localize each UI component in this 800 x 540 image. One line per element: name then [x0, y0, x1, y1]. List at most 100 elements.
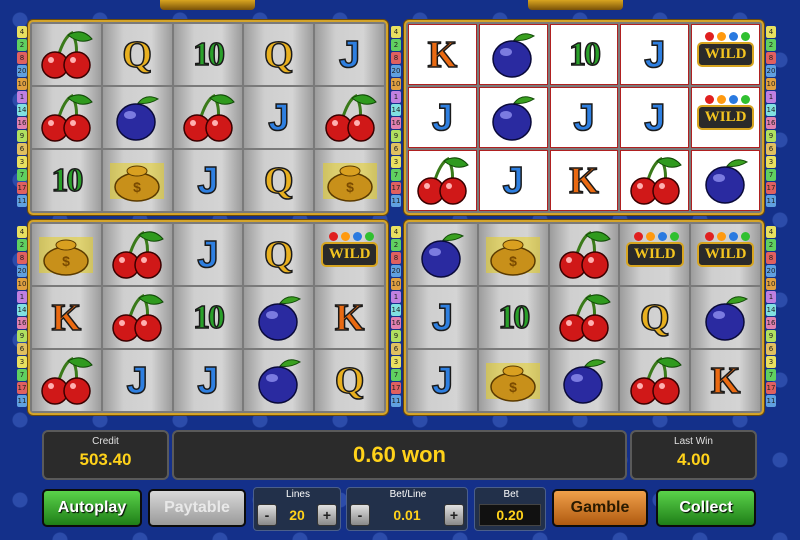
- line-number-marker[interactable]: 3: [17, 356, 27, 368]
- line-number-marker[interactable]: 10: [391, 78, 401, 90]
- line-number-marker[interactable]: 17: [17, 182, 27, 194]
- line-number-marker[interactable]: 20: [766, 65, 776, 77]
- line-number-marker[interactable]: 4: [391, 226, 401, 238]
- line-number-marker[interactable]: 6: [391, 143, 401, 155]
- line-number-marker[interactable]: 7: [17, 169, 27, 181]
- line-number-marker[interactable]: 16: [391, 117, 401, 129]
- line-number-marker[interactable]: 7: [391, 169, 401, 181]
- line-number-marker[interactable]: 14: [391, 104, 401, 116]
- line-number-marker[interactable]: 6: [17, 343, 27, 355]
- line-number-marker[interactable]: 3: [766, 156, 776, 168]
- line-number-marker[interactable]: 2: [391, 239, 401, 251]
- gamble-button[interactable]: Gamble: [552, 489, 648, 527]
- line-number-marker[interactable]: 7: [17, 369, 27, 381]
- line-number-marker[interactable]: 8: [17, 52, 27, 64]
- line-number-marker[interactable]: 11: [17, 195, 27, 207]
- line-number-marker[interactable]: 1: [17, 291, 27, 303]
- line-number-marker[interactable]: 1: [17, 91, 27, 103]
- line-number-marker[interactable]: 17: [391, 382, 401, 394]
- letter-symbol-j: J: [267, 96, 290, 139]
- autoplay-button[interactable]: Autoplay: [42, 489, 142, 527]
- line-number-marker[interactable]: 9: [391, 330, 401, 342]
- line-number-marker[interactable]: 11: [391, 395, 401, 407]
- line-number-marker[interactable]: 9: [17, 130, 27, 142]
- line-number-marker[interactable]: 6: [17, 143, 27, 155]
- line-number-marker[interactable]: 9: [766, 130, 776, 142]
- line-number-marker[interactable]: 1: [766, 91, 776, 103]
- line-number-marker[interactable]: 4: [766, 226, 776, 238]
- reel-cell: WILD: [691, 87, 760, 148]
- letter-symbol-q: Q: [639, 296, 670, 339]
- line-number-marker[interactable]: 14: [766, 304, 776, 316]
- line-number-marker[interactable]: 3: [391, 156, 401, 168]
- paytable-button[interactable]: Paytable: [148, 489, 246, 527]
- line-number-marker[interactable]: 11: [766, 395, 776, 407]
- line-number-marker[interactable]: 2: [391, 39, 401, 51]
- line-number-marker[interactable]: 7: [766, 369, 776, 381]
- line-number-marker[interactable]: 10: [766, 278, 776, 290]
- line-number-marker[interactable]: 10: [391, 278, 401, 290]
- line-number-marker[interactable]: 3: [17, 156, 27, 168]
- line-number-marker[interactable]: 4: [17, 226, 27, 238]
- line-number-marker[interactable]: 6: [391, 343, 401, 355]
- line-number-marker[interactable]: 17: [17, 382, 27, 394]
- collect-button[interactable]: Collect: [656, 489, 756, 527]
- line-number-marker[interactable]: 8: [17, 252, 27, 264]
- line-number-marker[interactable]: 6: [766, 343, 776, 355]
- line-number-marker[interactable]: 7: [766, 169, 776, 181]
- bet-per-line-plus-button[interactable]: +: [444, 504, 464, 526]
- line-number-marker[interactable]: 20: [766, 265, 776, 277]
- reel-cell: Q: [102, 24, 172, 85]
- line-number-marker[interactable]: 9: [766, 330, 776, 342]
- line-number-marker[interactable]: 20: [391, 265, 401, 277]
- line-number-marker[interactable]: 17: [766, 382, 776, 394]
- line-number-marker[interactable]: 16: [17, 317, 27, 329]
- line-number-marker[interactable]: 2: [766, 239, 776, 251]
- line-number-marker[interactable]: 3: [391, 356, 401, 368]
- line-number-marker[interactable]: 4: [17, 26, 27, 38]
- line-number-marker[interactable]: 20: [17, 265, 27, 277]
- line-number-marker[interactable]: 20: [17, 65, 27, 77]
- line-number-marker[interactable]: 9: [391, 130, 401, 142]
- line-number-marker[interactable]: 11: [17, 395, 27, 407]
- line-rail-mid-bottom: 4 2 8 20 10 1 14 16 9 6 3 7 17 11: [391, 226, 401, 407]
- line-number-marker[interactable]: 17: [391, 182, 401, 194]
- line-number-marker[interactable]: 16: [766, 317, 776, 329]
- bet-per-line-minus-button[interactable]: -: [350, 504, 370, 526]
- line-number-marker[interactable]: 1: [391, 291, 401, 303]
- line-number-marker[interactable]: 10: [17, 278, 27, 290]
- lines-plus-button[interactable]: +: [317, 504, 337, 526]
- line-number-marker[interactable]: 16: [766, 117, 776, 129]
- line-number-marker[interactable]: 17: [766, 182, 776, 194]
- line-number-marker[interactable]: 16: [17, 117, 27, 129]
- line-number-marker[interactable]: 1: [766, 291, 776, 303]
- line-number-marker[interactable]: 10: [17, 78, 27, 90]
- line-number-marker[interactable]: 2: [17, 39, 27, 51]
- line-number-marker[interactable]: 1: [391, 91, 401, 103]
- line-number-marker[interactable]: 10: [766, 78, 776, 90]
- line-number-marker[interactable]: 8: [391, 252, 401, 264]
- line-number-marker[interactable]: 9: [17, 330, 27, 342]
- line-number-marker[interactable]: 4: [766, 26, 776, 38]
- line-number-marker[interactable]: 20: [391, 65, 401, 77]
- line-number-marker[interactable]: 14: [391, 304, 401, 316]
- line-number-marker[interactable]: 6: [766, 143, 776, 155]
- line-number-marker[interactable]: 7: [391, 369, 401, 381]
- line-number-marker[interactable]: 14: [766, 104, 776, 116]
- line-number-marker[interactable]: 11: [766, 195, 776, 207]
- line-number-marker[interactable]: 3: [766, 356, 776, 368]
- line-number-marker[interactable]: 14: [17, 104, 27, 116]
- letter-symbol-k: K: [427, 33, 458, 76]
- line-number-marker[interactable]: 14: [17, 304, 27, 316]
- line-number-marker[interactable]: 8: [391, 52, 401, 64]
- line-number-marker[interactable]: 8: [766, 252, 776, 264]
- line-number-marker[interactable]: 4: [391, 26, 401, 38]
- wild-gem: [645, 232, 655, 241]
- wild-gem-dots: [328, 232, 374, 241]
- line-number-marker[interactable]: 16: [391, 317, 401, 329]
- line-number-marker[interactable]: 8: [766, 52, 776, 64]
- lines-minus-button[interactable]: -: [257, 504, 277, 526]
- line-number-marker[interactable]: 2: [17, 239, 27, 251]
- line-number-marker[interactable]: 11: [391, 195, 401, 207]
- line-number-marker[interactable]: 2: [766, 39, 776, 51]
